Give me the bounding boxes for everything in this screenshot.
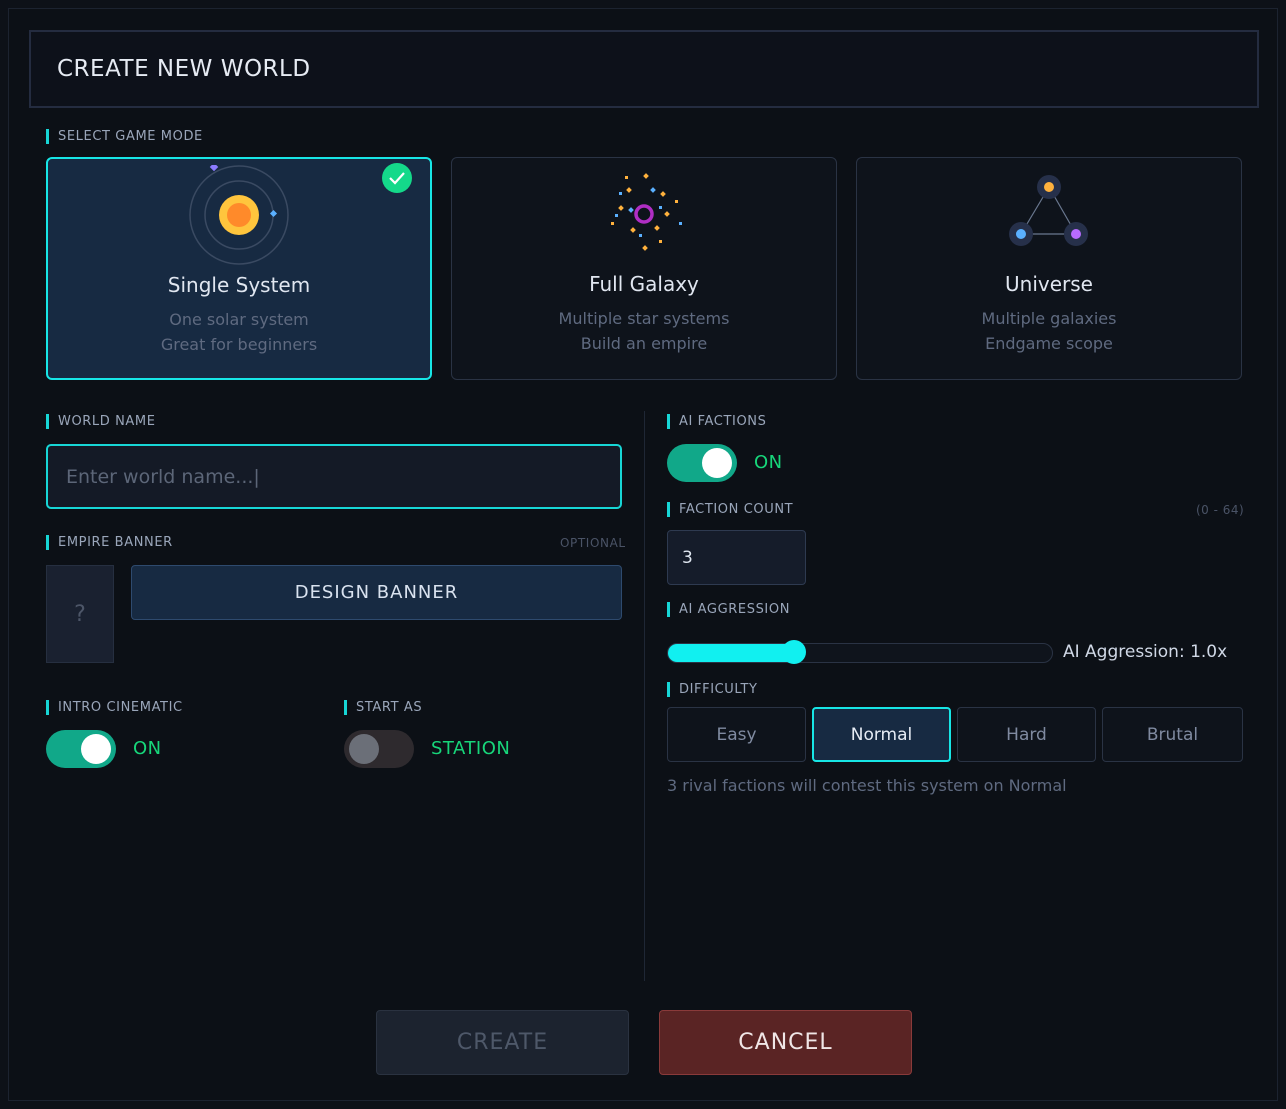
selected-check-icon bbox=[382, 163, 412, 193]
ai-aggression-label: AI AGGRESSION bbox=[667, 602, 790, 617]
faction-count-label: FACTION COUNT bbox=[667, 502, 793, 517]
mode-description: One solar system bbox=[169, 310, 309, 329]
start-as-label: START AS bbox=[344, 700, 422, 715]
ai-aggression-slider[interactable] bbox=[667, 643, 1053, 663]
mode-description: Endgame scope bbox=[985, 334, 1113, 353]
dialog-title: CREATE NEW WORLD bbox=[57, 56, 311, 82]
slider-fill bbox=[668, 644, 796, 662]
solar-system-icon bbox=[189, 165, 289, 265]
difficulty-normal[interactable]: Normal bbox=[812, 707, 951, 762]
difficulty-easy[interactable]: Easy bbox=[667, 707, 806, 762]
toggle-knob bbox=[702, 448, 732, 478]
start-as-toggle[interactable] bbox=[344, 730, 414, 768]
mode-description: Multiple galaxies bbox=[981, 309, 1117, 328]
mode-card-universe[interactable]: Universe Multiple galaxies Endgame scope bbox=[856, 157, 1242, 380]
intro-cinematic-label: INTRO CINEMATIC bbox=[46, 700, 183, 715]
optional-tag: OPTIONAL bbox=[560, 536, 626, 550]
cancel-button[interactable]: CANCEL bbox=[659, 1010, 912, 1075]
create-world-dialog: CREATE NEW WORLD SELECT GAME MODE Single… bbox=[8, 8, 1278, 1101]
mode-description: Great for beginners bbox=[160, 335, 318, 354]
world-name-label: WORLD NAME bbox=[46, 414, 156, 429]
empire-banner-label: EMPIRE BANNER bbox=[46, 535, 173, 550]
intro-cinematic-toggle[interactable] bbox=[46, 730, 116, 768]
difficulty-label: DIFFICULTY bbox=[667, 682, 758, 697]
mode-description: Multiple star systems bbox=[558, 309, 730, 328]
ai-factions-toggle[interactable] bbox=[667, 444, 737, 482]
toggle-knob bbox=[81, 734, 111, 764]
mode-title: Single System bbox=[167, 273, 311, 297]
design-banner-button[interactable]: DESIGN BANNER bbox=[131, 565, 622, 620]
start-as-state: STATION bbox=[431, 738, 511, 759]
question-mark-icon: ? bbox=[74, 601, 86, 627]
difficulty-hard[interactable]: Hard bbox=[957, 707, 1096, 762]
mode-title: Full Galaxy bbox=[589, 272, 699, 296]
ai-aggression-readout: AI Aggression: 1.0x bbox=[1063, 642, 1228, 662]
mode-card-single-system[interactable]: Single System One solar system Great for… bbox=[46, 157, 432, 380]
mode-card-full-galaxy[interactable]: Full Galaxy Multiple star systems Build … bbox=[451, 157, 837, 380]
difficulty-brutal[interactable]: Brutal bbox=[1102, 707, 1243, 762]
difficulty-summary: 3 rival factions will contest this syste… bbox=[667, 776, 1067, 795]
intro-cinematic-state: ON bbox=[133, 738, 162, 759]
universe-icon bbox=[1009, 175, 1088, 246]
banner-preview: ? bbox=[46, 565, 114, 663]
create-button[interactable]: CREATE bbox=[376, 1010, 629, 1075]
mode-description: Build an empire bbox=[580, 334, 708, 353]
column-divider bbox=[644, 411, 645, 981]
mode-title: Universe bbox=[1005, 272, 1093, 296]
galaxy-icon bbox=[611, 173, 682, 251]
ai-factions-label: AI FACTIONS bbox=[667, 414, 766, 429]
dialog-header: CREATE NEW WORLD bbox=[29, 30, 1259, 108]
faction-count-input[interactable] bbox=[667, 530, 806, 585]
game-mode-label: SELECT GAME MODE bbox=[46, 129, 203, 144]
world-name-input[interactable] bbox=[46, 444, 622, 509]
faction-count-range: (0 - 64) bbox=[1196, 503, 1245, 517]
toggle-knob bbox=[349, 734, 379, 764]
ai-factions-state: ON bbox=[754, 452, 783, 473]
